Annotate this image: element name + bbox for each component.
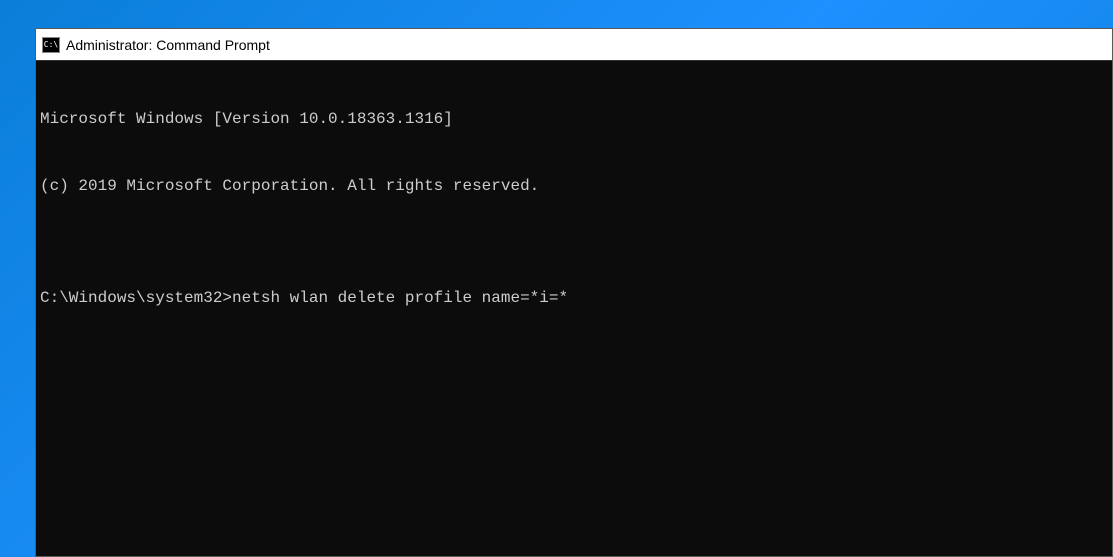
- cmd-icon: [42, 37, 60, 53]
- terminal-command[interactable]: netsh wlan delete profile name=*i=*: [232, 287, 568, 309]
- terminal-area[interactable]: Microsoft Windows [Version 10.0.18363.13…: [36, 61, 1112, 556]
- terminal-header-line-1: Microsoft Windows [Version 10.0.18363.13…: [40, 108, 1108, 130]
- window-title: Administrator: Command Prompt: [66, 37, 270, 53]
- terminal-prompt-line: C:\Windows\system32> netsh wlan delete p…: [40, 287, 1108, 309]
- terminal-prompt: C:\Windows\system32>: [40, 287, 232, 309]
- command-prompt-window: Administrator: Command Prompt Microsoft …: [35, 28, 1113, 557]
- terminal-header-line-2: (c) 2019 Microsoft Corporation. All righ…: [40, 175, 1108, 197]
- titlebar[interactable]: Administrator: Command Prompt: [36, 29, 1112, 61]
